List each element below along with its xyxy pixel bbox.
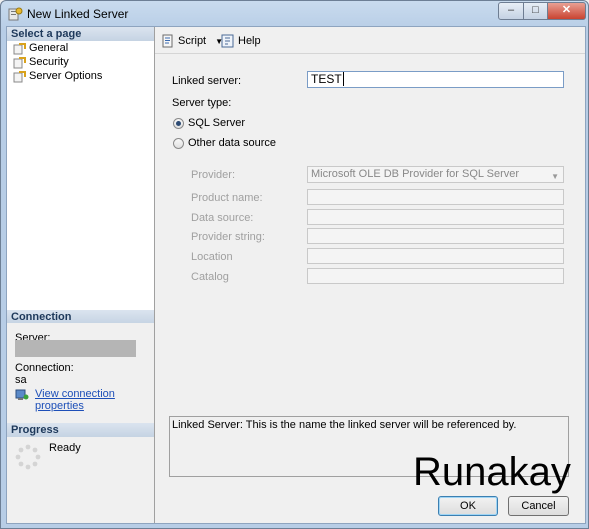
progress-spinner-icon [15, 444, 41, 470]
script-button[interactable]: Script ▼ [161, 34, 223, 48]
server-value-redacted [15, 340, 136, 357]
sql-server-radio[interactable] [173, 118, 184, 129]
page-label-general: General [29, 42, 69, 54]
progress-status: Ready [49, 442, 81, 454]
server-type-label: Server type: [172, 97, 232, 109]
progress-header: Progress [7, 423, 154, 437]
other-data-source-radio[interactable] [173, 138, 184, 149]
cancel-button[interactable]: Cancel [508, 496, 569, 516]
connection-properties-icon [15, 389, 29, 400]
page-item-security[interactable]: Security [13, 56, 69, 69]
location-input[interactable] [307, 248, 564, 264]
page-label-server-options: Server Options [29, 70, 103, 82]
provider-select-value: Microsoft OLE DB Provider for SQL Server [311, 168, 520, 180]
dialog-window: New Linked Server – □ ✕ Select a page Ge… [0, 0, 589, 529]
script-icon [162, 34, 173, 48]
location-label: Location [191, 251, 233, 263]
data-source-label: Data source: [191, 212, 254, 224]
title-bar[interactable]: New Linked Server – □ ✕ [1, 1, 588, 27]
linked-server-input[interactable]: TEST [307, 71, 564, 88]
linked-server-icon [8, 7, 23, 21]
page-icon [13, 56, 26, 68]
description-text: Linked Server: This is the name the link… [172, 419, 517, 431]
left-pane: Select a page General Security Server Op… [7, 27, 155, 523]
progress-section: Ready [7, 437, 154, 523]
linked-server-label: Linked server: [172, 75, 242, 87]
connection-label: Connection: [15, 362, 74, 374]
script-label: Script [178, 35, 207, 47]
other-data-source-option-label[interactable]: Other data source [188, 137, 276, 149]
help-button[interactable]: Help [221, 34, 261, 48]
catalog-input[interactable] [307, 268, 564, 284]
page-icon [13, 42, 26, 54]
product-name-label: Product name: [191, 192, 263, 204]
sql-server-option-label[interactable]: SQL Server [188, 117, 245, 129]
watermark-text: Runakay [413, 450, 571, 494]
provider-select[interactable]: Microsoft OLE DB Provider for SQL Server… [307, 166, 564, 183]
chevron-down-icon: ▼ [551, 172, 559, 181]
provider-string-input[interactable] [307, 228, 564, 244]
catalog-label: Catalog [191, 271, 229, 283]
toolbar: Script ▼ Help [155, 27, 585, 54]
page-label-security: Security [29, 56, 69, 68]
provider-label: Provider: [191, 169, 236, 181]
radio-selected-dot [176, 121, 181, 126]
close-button[interactable]: ✕ [547, 2, 586, 20]
page-item-general[interactable]: General [13, 42, 68, 55]
provider-string-label: Provider string: [191, 231, 265, 243]
minimize-button[interactable]: – [498, 2, 524, 20]
connection-value: sa [15, 374, 27, 386]
help-label: Help [238, 35, 261, 47]
product-name-input[interactable] [307, 189, 564, 205]
page-icon [13, 70, 26, 82]
help-icon [221, 34, 234, 48]
connection-section: Server: Connection: sa View connection p… [7, 323, 154, 423]
window-title: New Linked Server [27, 7, 129, 21]
page-item-server-options[interactable]: Server Options [13, 70, 102, 83]
data-source-input[interactable] [307, 209, 564, 225]
linked-server-input-value: TEST [311, 72, 342, 86]
view-connection-properties-link[interactable]: View connection properties [35, 388, 154, 412]
general-page-form: Linked server: TEST Server type: SQL Ser… [155, 54, 585, 414]
dialog-client: Select a page General Security Server Op… [6, 26, 586, 524]
select-page-header: Select a page [7, 27, 154, 41]
maximize-button[interactable]: □ [523, 2, 548, 20]
ok-button[interactable]: OK [438, 496, 498, 516]
text-caret [342, 72, 344, 86]
connection-header: Connection [7, 310, 154, 324]
